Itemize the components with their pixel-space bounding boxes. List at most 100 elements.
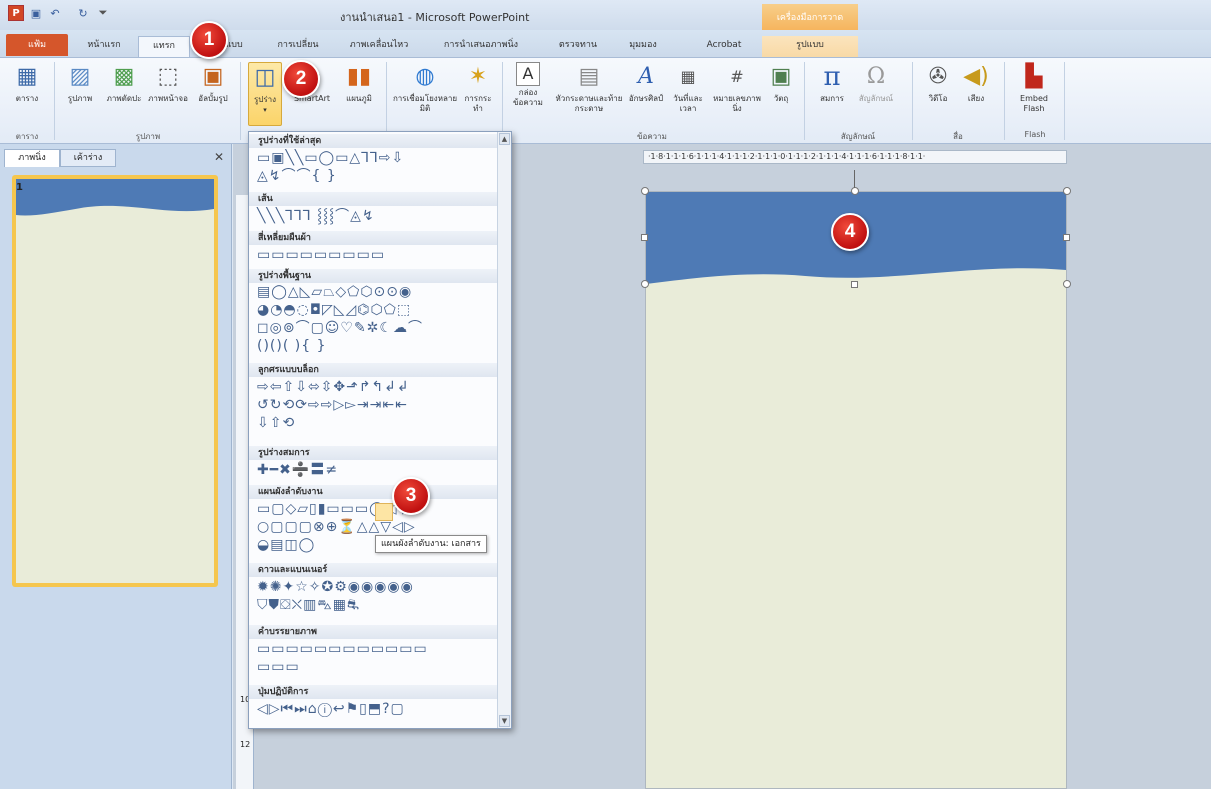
slide-thumbnail[interactable]	[12, 175, 218, 587]
resize-handle[interactable]	[851, 281, 858, 288]
chevron-down-icon: ▾	[263, 106, 267, 114]
photo-album-button[interactable]: ▣ อัลบั้มรูป	[192, 62, 234, 104]
clipart-icon: ▩	[113, 64, 135, 89]
ribbon: ▦ ตาราง ▨ รูปภาพ ▩ ภาพตัดปะ ⬚ ภาพหน้าจอ …	[0, 57, 1211, 144]
tab-outline[interactable]: เค้าร่าง	[60, 149, 116, 167]
screenshot-button[interactable]: ⬚ ภาพหน้าจอ	[148, 62, 188, 104]
chart-icon: ▮▮	[346, 64, 372, 89]
shape-row[interactable]: ╲╲╲⅂⅂⅂ ⸾⸾⸾⌒◬↯	[257, 208, 375, 224]
wordart-button[interactable]: A อักษรศิลป์	[628, 62, 664, 104]
ribbon-separator	[804, 62, 805, 140]
video-button[interactable]: ✇ วิดีโอ	[920, 62, 956, 104]
ribbon-separator	[386, 62, 387, 140]
shape-row[interactable]: ⇨⇦⇧⇩⬄⇳✥⬏↱↰↲↲	[257, 379, 410, 395]
action-button[interactable]: ✶ การกระทำ	[460, 62, 496, 114]
slide-number-button[interactable]: # หมายเลขภาพนิ่ง	[712, 62, 762, 114]
tab-acrobat[interactable]: Acrobat	[696, 36, 752, 58]
shape-row[interactable]: ▭▭▭	[257, 659, 300, 675]
resize-handle[interactable]	[1063, 187, 1071, 195]
shapes-icon: ◫	[254, 65, 276, 90]
equation-button[interactable]: π สมการ	[812, 62, 852, 104]
shape-row[interactable]: ()()( ){ }	[257, 338, 327, 354]
ruler-mark: 12	[240, 740, 251, 749]
category-block-arrows: ลูกศรแบบบล็อก	[249, 363, 498, 377]
date-time-button[interactable]: ▦ วันที่และเวลา	[666, 62, 710, 114]
picture-label: รูปภาพ	[67, 94, 93, 103]
flowchart-document-shape[interactable]	[375, 503, 393, 521]
shape-row[interactable]: ○▢▢▢⊗⊕⏳△△▽◁▷	[257, 519, 416, 535]
tab-view[interactable]: มุมมอง	[616, 36, 670, 58]
shape-row[interactable]: ▤◯△◺▱⏢◇⬠⬡⊙⊙◉	[257, 284, 412, 300]
ribbon-separator	[1064, 62, 1065, 140]
table-button[interactable]: ▦ ตาราง	[8, 62, 46, 104]
header-footer-label: หัวกระดาษและท้ายกระดาษ	[555, 94, 623, 113]
table-label: ตาราง	[15, 94, 39, 103]
scroll-down-icon[interactable]: ▼	[499, 715, 510, 727]
clipart-button[interactable]: ▩ ภาพตัดปะ	[104, 62, 144, 104]
tab-format[interactable]: รูปแบบ	[762, 36, 858, 58]
gallery-scrollbar[interactable]: ▲ ▼	[497, 132, 511, 728]
resize-handle[interactable]	[641, 187, 649, 195]
shape-row[interactable]: ◒▤◫◯	[257, 537, 315, 553]
wordart-label: อักษรศิลป์	[628, 94, 664, 103]
audio-icon: ◀)	[963, 64, 989, 89]
screenshot-icon: ⬚	[157, 64, 179, 89]
shape-row[interactable]: ✚━✖➗〓≠	[257, 462, 338, 478]
tab-slides[interactable]: ภาพนิ่ง	[4, 149, 60, 167]
group-label-media: สื่อ	[953, 132, 963, 141]
resize-handle[interactable]	[641, 234, 648, 241]
step-badge-4: 4	[831, 213, 869, 251]
scroll-up-icon[interactable]: ▲	[499, 133, 510, 145]
object-button[interactable]: ▣ วัตถุ	[764, 62, 798, 104]
tab-animations[interactable]: ภาพเคลื่อนไหว	[338, 36, 420, 58]
slides-panel: ภาพนิ่ง เค้าร่าง ✕ 1	[0, 144, 232, 789]
step-badge-2: 2	[282, 60, 320, 98]
tab-review[interactable]: ตรวจทาน	[548, 36, 608, 58]
shape-row[interactable]: ⇩⇧⟲	[257, 415, 295, 431]
tab-transitions[interactable]: การเปลี่ยน	[268, 36, 328, 58]
picture-button[interactable]: ▨ รูปภาพ	[60, 62, 100, 104]
powerpoint-app-icon[interactable]: P	[8, 5, 24, 21]
category-equation-shapes: รูปร่างสมการ	[249, 446, 498, 460]
shape-row[interactable]: ✹✺✦☆✧✪⚙◉◉◉◉◉	[257, 579, 414, 595]
video-icon: ✇	[928, 64, 948, 89]
embed-flash-button[interactable]: ▙ Embed Flash	[1012, 62, 1056, 114]
save-icon[interactable]: ▣	[28, 5, 44, 21]
shape-row[interactable]: ⛉⛊⛋⛌▥⛍▦⛐	[257, 597, 360, 613]
audio-button[interactable]: ◀) เสียง	[958, 62, 994, 104]
chart-button[interactable]: ▮▮ แผนภูมิ	[338, 62, 380, 104]
step-badge-1: 1	[190, 21, 228, 59]
shape-row[interactable]: ▭▭▭▭▭▭▭▭▭▭▭▭	[257, 641, 428, 657]
action-label: การกระทำ	[464, 94, 492, 113]
slide-number: 1	[16, 182, 23, 193]
shape-row[interactable]: ▭▣╲╲▭◯▭△⅂⅂⇨⇩	[257, 150, 404, 166]
shape-row[interactable]: ▭▭▭▭▭▭▭▭▭	[257, 247, 385, 263]
tab-home[interactable]: หน้าแรก	[76, 36, 132, 58]
shape-row[interactable]: ◬↯⌒⌒{ }	[257, 168, 337, 184]
undo-icon[interactable]: ↶	[47, 5, 63, 21]
embed-flash-label: Embed Flash	[1020, 94, 1048, 113]
shape-row[interactable]: ◻◎⊚⌒▢☺♡✎✲☾☁⌒	[257, 320, 423, 336]
textbox-button[interactable]: A กล่องข้อความ	[506, 62, 550, 108]
tab-file[interactable]: แฟ้ม	[6, 34, 68, 56]
customize-quick-access-icon[interactable]: ⏷	[95, 5, 111, 21]
shape-row[interactable]: ◁▷⏮⏭⌂ⓘ↩⚑▯⬒?▢	[257, 701, 405, 717]
shapes-button[interactable]: ◫ รูปร่าง ▾	[248, 62, 282, 126]
shape-row[interactable]: ◕◔◓◌◘◸◺◿⌬⬡⬠⬚	[257, 302, 411, 318]
date-time-icon: ▦	[680, 67, 696, 86]
redo-icon[interactable]: ↻	[75, 5, 91, 21]
resize-handle[interactable]	[851, 187, 859, 195]
tab-insert[interactable]: แทรก	[138, 36, 190, 58]
category-basic-shapes: รูปร่างพื้นฐาน	[249, 269, 498, 283]
chart-label: แผนภูมิ	[346, 94, 372, 103]
hyperlink-button[interactable]: ◍ การเชื่อมโยงหลายมิติ	[392, 62, 458, 114]
ribbon-separator	[1004, 62, 1005, 140]
resize-handle[interactable]	[1063, 234, 1070, 241]
header-footer-button[interactable]: ▤ หัวกระดาษและท้ายกระดาษ	[552, 62, 626, 114]
shape-row[interactable]: ↺↻⟲⟳⇨⇨▷▻⇥⇥⇤⇤	[257, 397, 408, 413]
resize-handle[interactable]	[1063, 280, 1071, 288]
symbol-button[interactable]: Ω สัญลักษณ์	[852, 62, 900, 104]
tab-slideshow[interactable]: การนำเสนอภาพนิ่ง	[428, 36, 534, 58]
resize-handle[interactable]	[641, 280, 649, 288]
close-icon[interactable]: ✕	[214, 150, 224, 164]
